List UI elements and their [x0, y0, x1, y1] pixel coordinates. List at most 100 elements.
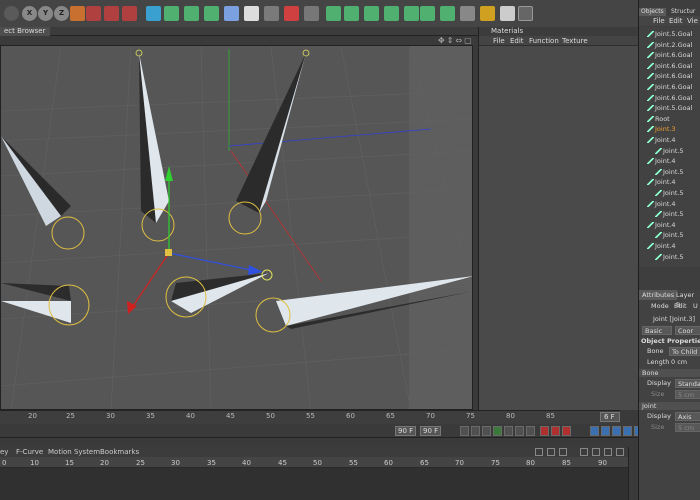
prev-frame-button[interactable] — [482, 426, 491, 436]
object-list-item[interactable]: Joint.4 — [647, 199, 676, 209]
timeline-menu-motion-system[interactable]: Motion System — [48, 448, 100, 456]
model-mode-icon[interactable] — [384, 6, 399, 21]
timeline-scrollbar[interactable] — [628, 447, 638, 500]
object-list-item[interactable]: Joint.5 — [655, 146, 684, 156]
object-list-item[interactable]: Joint.4 — [647, 177, 676, 187]
deformer-icon[interactable] — [224, 6, 239, 21]
attr-joint-display-dropdown[interactable]: Axis — [675, 412, 700, 421]
key-param-button[interactable] — [623, 426, 632, 436]
current-frame-field[interactable]: 6 F — [600, 412, 620, 422]
max-frame-field[interactable]: 90 F — [395, 426, 417, 436]
next-key-button[interactable] — [515, 426, 524, 436]
character-icon[interactable] — [460, 6, 475, 21]
objects-menu-view[interactable]: Vie — [687, 17, 698, 25]
attr-menu-edit[interactable]: Edit — [674, 301, 687, 311]
object-list-item[interactable]: Joint.6.Goal — [647, 82, 692, 92]
object-list-item[interactable]: Joint.4 — [647, 135, 676, 145]
tab-layer-browser[interactable]: Layer B — [673, 290, 700, 309]
render-view-icon[interactable] — [86, 6, 101, 21]
object-list-item[interactable]: Joint.5 — [655, 252, 684, 262]
attr-tab-coord[interactable]: Coor — [675, 326, 700, 335]
timeline-menu-bookmarks[interactable]: Bookmarks — [100, 448, 139, 456]
object-list-item[interactable]: Joint.5.Goal — [647, 29, 692, 39]
goto-start-button[interactable] — [460, 426, 469, 436]
attr-bone-dropdown[interactable]: To Child — [669, 347, 700, 356]
render-picture-viewer-icon[interactable] — [104, 6, 119, 21]
object-list-item[interactable]: Joint.3 — [647, 124, 676, 134]
sculpt-icon[interactable] — [440, 6, 455, 21]
tab-structure[interactable]: Structur — [669, 8, 697, 16]
object-list-item[interactable]: Joint.4 — [647, 156, 676, 166]
coordinate-system-icon[interactable] — [70, 6, 85, 21]
timeline-fit-icon[interactable] — [592, 448, 600, 456]
frame-ruler[interactable]: 20 25 30 35 40 45 50 55 60 65 70 75 80 8… — [0, 410, 620, 424]
key-rotation-button[interactable] — [612, 426, 621, 436]
timeline-ruler[interactable]: 0 10 15 20 25 30 35 40 45 50 55 60 65 70… — [0, 457, 628, 468]
timeline-link-icon[interactable] — [547, 448, 555, 456]
materials-menu-file[interactable]: File — [493, 37, 505, 45]
timeline-track-area[interactable] — [0, 468, 628, 500]
render-settings-icon[interactable] — [122, 6, 137, 21]
help-icon[interactable] — [284, 6, 299, 21]
move-icon[interactable] — [4, 6, 19, 21]
attr-bone-group[interactable]: Bone — [639, 369, 700, 377]
attr-tab-basic[interactable]: Basic — [642, 326, 672, 335]
object-list-item[interactable]: Joint.6.Goal — [647, 71, 692, 81]
attr-display-dropdown[interactable]: Standa — [675, 379, 700, 388]
timeline-pan-icon[interactable] — [604, 448, 612, 456]
object-list-item[interactable]: Joint.5 — [655, 188, 684, 198]
3d-viewport[interactable] — [0, 45, 473, 410]
objects-menu-file[interactable]: File — [653, 17, 665, 25]
polygon-mode-icon[interactable] — [326, 6, 341, 21]
x-axis-icon[interactable]: X — [22, 6, 37, 21]
next-frame-button[interactable] — [504, 426, 513, 436]
scene-icon[interactable] — [244, 6, 259, 21]
object-mode-icon[interactable] — [404, 6, 419, 21]
material-icon[interactable] — [500, 6, 515, 21]
object-list-item[interactable]: Joint.6.Goal — [647, 50, 692, 60]
point-mode-icon[interactable] — [364, 6, 379, 21]
materials-menu-function[interactable]: Function — [529, 37, 559, 45]
cube-icon[interactable] — [146, 6, 161, 21]
timeline-menu-fcurve[interactable]: F-Curve — [16, 448, 43, 456]
timeline-maximize-icon[interactable] — [616, 448, 624, 456]
y-axis-icon[interactable]: Y — [38, 6, 53, 21]
materials-menu-edit[interactable]: Edit — [510, 37, 524, 45]
timeline-menu-key[interactable]: ey — [0, 448, 8, 456]
object-list-item[interactable]: Joint.4 — [647, 220, 676, 230]
play-button[interactable] — [493, 426, 502, 436]
nurbs-icon[interactable] — [184, 6, 199, 21]
edge-mode-icon[interactable] — [344, 6, 359, 21]
viewport-nav-controls[interactable]: ✥⇕⇔▢ — [438, 36, 474, 45]
end-frame-field[interactable]: 90 F — [420, 426, 442, 436]
z-axis-icon[interactable]: Z — [54, 6, 69, 21]
attr-joint-group[interactable]: Joint — [639, 402, 700, 410]
record-button[interactable] — [540, 426, 549, 436]
object-list-item[interactable]: Root — [647, 114, 670, 124]
object-list-item[interactable]: Joint.5 — [655, 167, 684, 177]
object-list-item[interactable]: Joint.5 — [655, 209, 684, 219]
materials-menu-texture[interactable]: Texture — [562, 37, 588, 45]
key-scale-button[interactable] — [601, 426, 610, 436]
array-icon[interactable] — [204, 6, 219, 21]
prev-key-button[interactable] — [471, 426, 480, 436]
objects-menu-edit[interactable]: Edit — [669, 17, 683, 25]
timeline-view-icon[interactable] — [535, 448, 543, 456]
tab-content-browser[interactable]: ect Browser — [0, 27, 50, 36]
attr-menu-mode[interactable]: Mode — [651, 301, 669, 311]
spline-pen-icon[interactable] — [164, 6, 179, 21]
attr-menu-user[interactable]: U — [693, 301, 698, 311]
snap-icon[interactable] — [518, 6, 533, 21]
timeline-filter-icon[interactable] — [559, 448, 567, 456]
object-list-item[interactable]: Joint.4 — [647, 241, 676, 251]
keyframe-selection-button[interactable] — [562, 426, 571, 436]
goto-end-button[interactable] — [526, 426, 535, 436]
attr-joint-size-field[interactable]: 5 cm — [675, 423, 700, 432]
tab-objects[interactable]: Objects — [639, 8, 666, 16]
camera-icon[interactable] — [264, 6, 279, 21]
attr-size-field[interactable]: 5 cm — [675, 390, 700, 399]
text-tool-icon[interactable] — [420, 6, 435, 21]
timeline-zoom-icon[interactable] — [580, 448, 588, 456]
object-list-item[interactable]: Joint.6.Goal — [647, 61, 692, 71]
object-list-item[interactable]: Joint.5 — [655, 230, 684, 240]
